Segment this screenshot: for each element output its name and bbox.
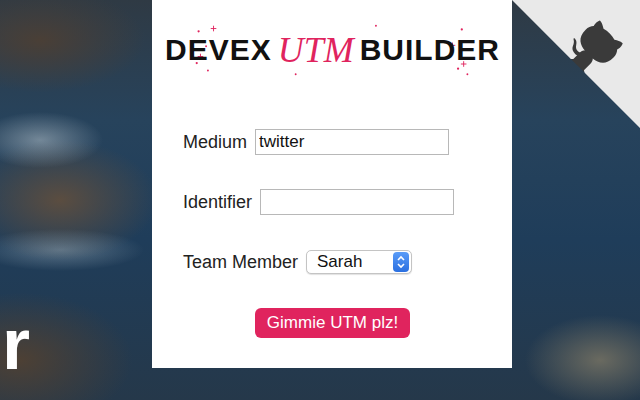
- select-arrows: [393, 252, 409, 272]
- submit-button[interactable]: Gimmie UTM plz!: [255, 308, 410, 338]
- page: r DEVEXUTMBUILDER Medium Identifier Team Mem…: [0, 0, 640, 400]
- form-row: Identifier: [183, 187, 482, 217]
- field-label: Identifier: [183, 192, 252, 213]
- github-octocat-icon[interactable]: [512, 0, 640, 128]
- form-row: Medium: [183, 127, 482, 157]
- text-input[interactable]: [260, 189, 454, 215]
- github-corner[interactable]: [512, 0, 640, 128]
- form-row: Team Member Sarah: [183, 247, 482, 277]
- actions: Gimmie UTM plz!: [183, 308, 482, 338]
- background-heading: r: [2, 308, 30, 380]
- team-member-select[interactable]: Sarah: [306, 250, 412, 274]
- logo: DEVEXUTMBUILDER: [183, 22, 482, 78]
- field-label: Team Member: [183, 252, 298, 273]
- select-value: Sarah: [317, 252, 362, 272]
- up-down-chevron-icon: [395, 253, 407, 271]
- utm-form: Medium Identifier Team Member Sarah Gimmie U…: [183, 127, 482, 338]
- builder-panel: DEVEXUTMBUILDER Medium Identifier Team Memb…: [152, 0, 512, 368]
- field-label: Medium: [183, 132, 247, 153]
- text-input[interactable]: [255, 129, 449, 155]
